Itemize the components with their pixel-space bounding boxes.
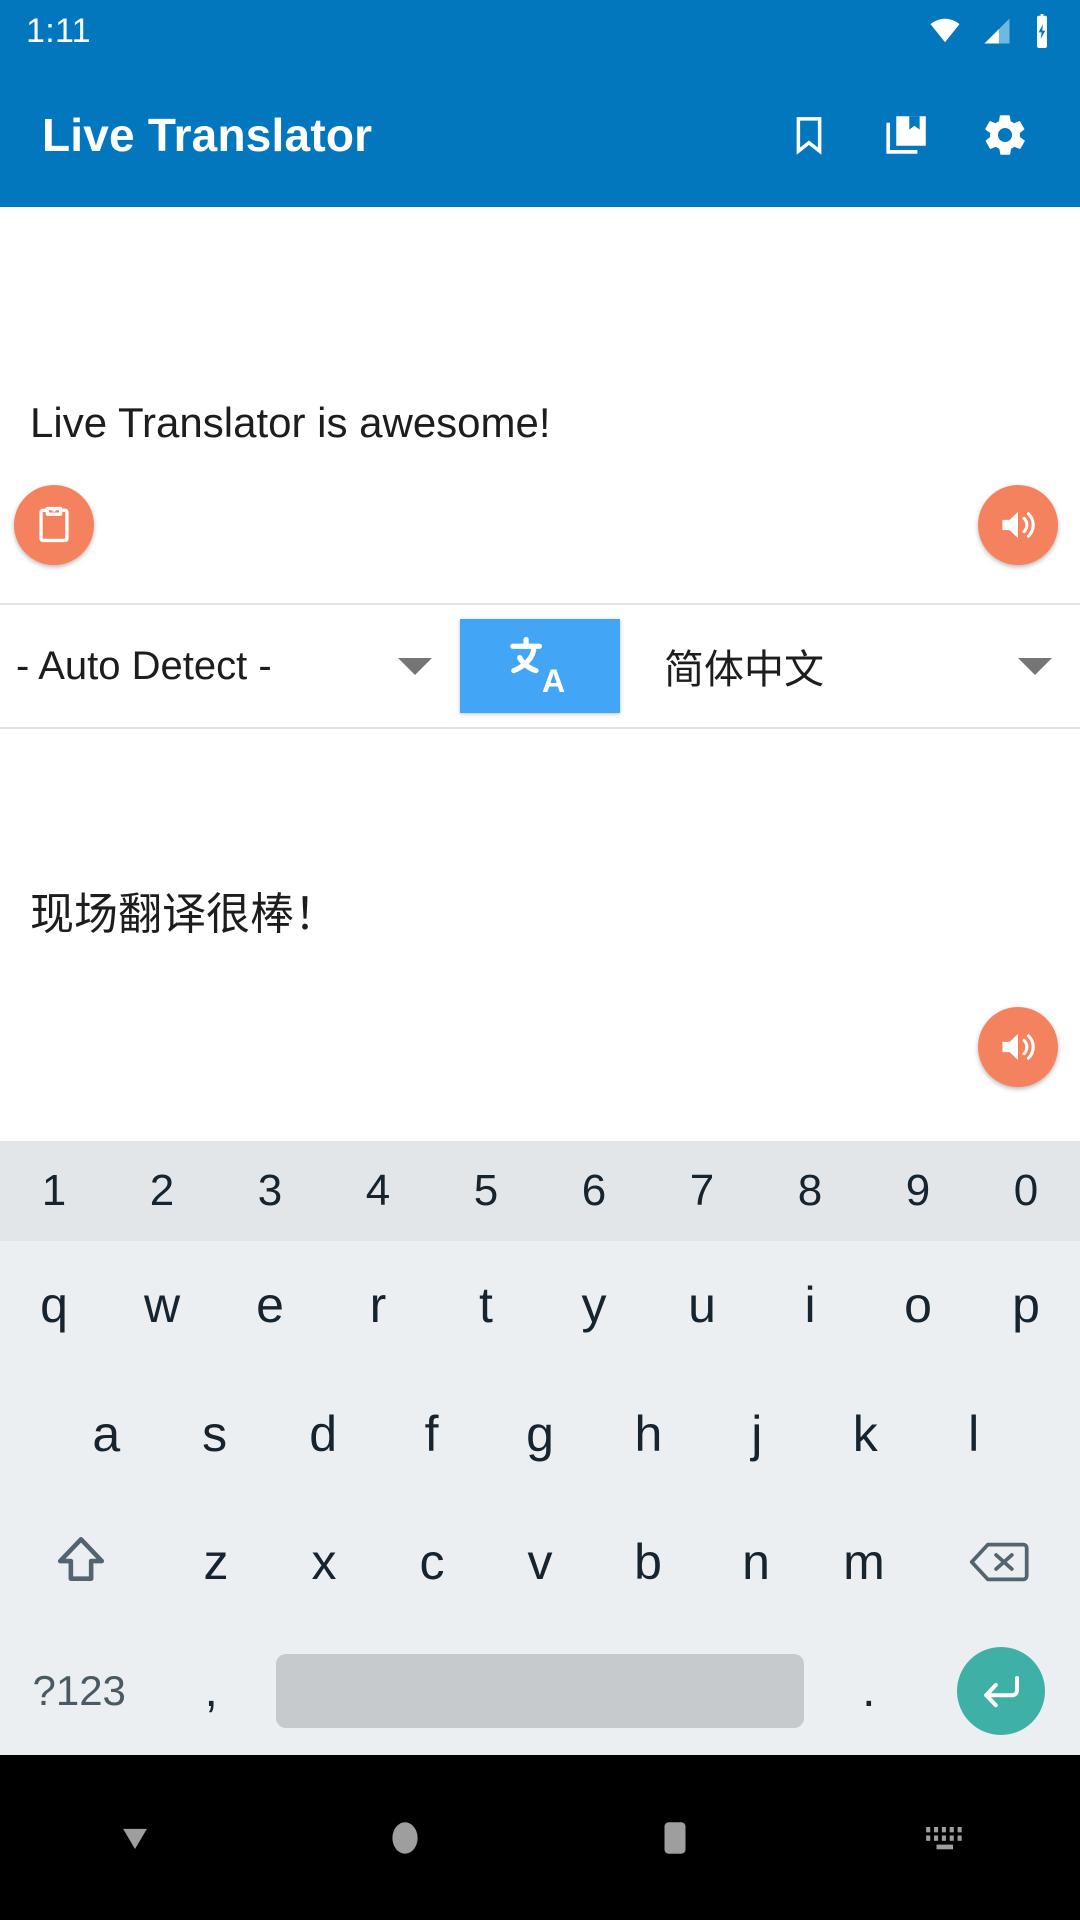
gear-icon — [981, 111, 1029, 159]
app-bar-actions — [760, 86, 1054, 184]
key-h[interactable]: h — [594, 1370, 702, 1499]
key-u[interactable]: u — [648, 1241, 756, 1370]
settings-button[interactable] — [956, 86, 1054, 184]
key-f[interactable]: f — [377, 1370, 485, 1499]
recents-icon — [656, 1817, 694, 1859]
svg-text:A: A — [542, 663, 565, 699]
speaker-icon — [996, 503, 1040, 547]
key-l[interactable]: l — [920, 1370, 1028, 1499]
cellular-signal-icon — [980, 16, 1014, 46]
keyboard-switcher-button[interactable] — [810, 1821, 1080, 1855]
chevron-down-icon — [398, 657, 432, 675]
enter-icon — [977, 1667, 1025, 1715]
source-language-dropdown[interactable]: - Auto Detect - — [0, 605, 460, 727]
back-dismiss-keyboard-icon — [113, 1816, 157, 1860]
source-language-label: - Auto Detect - — [16, 643, 272, 688]
key-9[interactable]: 9 — [864, 1141, 972, 1241]
target-language-dropdown[interactable]: 简体中文 — [620, 605, 1080, 727]
target-text: 现场翻译很棒！ — [30, 890, 338, 939]
key-2[interactable]: 2 — [108, 1141, 216, 1241]
key-e[interactable]: e — [216, 1241, 324, 1370]
key-r[interactable]: r — [324, 1241, 432, 1370]
key-g[interactable]: g — [486, 1370, 594, 1499]
back-button[interactable] — [0, 1816, 270, 1860]
space-key[interactable] — [276, 1653, 804, 1728]
app-bar: Live Translator — [0, 62, 1080, 207]
paste-icon — [33, 504, 75, 546]
bookmark-button[interactable] — [760, 86, 858, 184]
key-n[interactable]: n — [702, 1498, 810, 1627]
key-w[interactable]: w — [108, 1241, 216, 1370]
source-text-panel[interactable]: Live Translator is awesome! — [0, 207, 1080, 603]
keyboard-row-asdf: a s d f g h j k l — [0, 1370, 1080, 1499]
key-0[interactable]: 0 — [972, 1141, 1080, 1241]
key-s[interactable]: s — [160, 1370, 268, 1499]
wifi-icon — [926, 16, 964, 46]
battery-charging-icon — [1030, 14, 1054, 48]
key-d[interactable]: d — [269, 1370, 377, 1499]
backspace-icon — [968, 1537, 1030, 1587]
speak-source-button[interactable] — [978, 485, 1058, 565]
key-x[interactable]: x — [270, 1498, 378, 1627]
shift-icon — [52, 1533, 110, 1591]
status-bar-clock: 1:11 — [26, 11, 91, 50]
saved-translations-button[interactable] — [858, 86, 956, 184]
collections-bookmark-icon — [884, 112, 930, 158]
comma-key[interactable]: , — [158, 1627, 264, 1756]
status-bar-icons — [926, 14, 1054, 48]
target-text-panel[interactable]: 现场翻译很棒！ — [0, 729, 1080, 1141]
key-7[interactable]: 7 — [648, 1141, 756, 1241]
speak-target-button[interactable] — [978, 1007, 1058, 1087]
period-key[interactable]: . — [816, 1627, 922, 1756]
key-q[interactable]: q — [0, 1241, 108, 1370]
key-8[interactable]: 8 — [756, 1141, 864, 1241]
key-p[interactable]: p — [972, 1241, 1080, 1370]
language-bar: - Auto Detect - A 简体中文 — [0, 603, 1080, 729]
enter-key[interactable] — [922, 1627, 1080, 1756]
translate-button[interactable]: A — [460, 619, 620, 713]
key-t[interactable]: t — [432, 1241, 540, 1370]
key-b[interactable]: b — [594, 1498, 702, 1627]
keyboard-row-qwerty: q w e r t y u i o p — [0, 1241, 1080, 1370]
bookmark-icon — [787, 113, 831, 157]
key-a[interactable]: a — [52, 1370, 160, 1499]
key-m[interactable]: m — [810, 1498, 918, 1627]
key-j[interactable]: j — [703, 1370, 811, 1499]
keyboard-number-row: 1 2 3 4 5 6 7 8 9 0 — [0, 1141, 1080, 1241]
status-bar: 1:11 — [0, 0, 1080, 62]
backspace-key[interactable] — [918, 1498, 1080, 1627]
key-1[interactable]: 1 — [0, 1141, 108, 1241]
key-5[interactable]: 5 — [432, 1141, 540, 1241]
chevron-down-icon — [1018, 657, 1052, 675]
on-screen-keyboard: 1 2 3 4 5 6 7 8 9 0 q w e r t y u i o p … — [0, 1141, 1080, 1755]
key-c[interactable]: c — [378, 1498, 486, 1627]
recents-button[interactable] — [540, 1817, 810, 1859]
home-button[interactable] — [270, 1817, 540, 1859]
keyboard-switcher-icon — [923, 1821, 967, 1855]
home-icon — [384, 1817, 426, 1859]
keyboard-row-zxcv: z x c v b n m — [0, 1498, 1080, 1627]
source-text[interactable]: Live Translator is awesome! — [30, 397, 960, 450]
enter-key-circle[interactable] — [956, 1646, 1045, 1735]
key-4[interactable]: 4 — [324, 1141, 432, 1241]
page-title: Live Translator — [42, 108, 373, 161]
target-language-label: 简体中文 — [664, 648, 824, 692]
key-3[interactable]: 3 — [216, 1141, 324, 1241]
key-o[interactable]: o — [864, 1241, 972, 1370]
keyboard-bottom-row: ?123 , . — [0, 1627, 1080, 1756]
system-navigation-bar — [0, 1755, 1080, 1920]
key-y[interactable]: y — [540, 1241, 648, 1370]
translate-icon: A — [503, 629, 577, 703]
shift-key[interactable] — [0, 1498, 162, 1627]
key-i[interactable]: i — [756, 1241, 864, 1370]
paste-button[interactable] — [14, 485, 94, 565]
phone-screen: 1:11 Live Translator Live Translator is … — [0, 0, 1080, 1920]
key-v[interactable]: v — [486, 1498, 594, 1627]
speaker-icon — [996, 1025, 1040, 1069]
key-k[interactable]: k — [811, 1370, 919, 1499]
key-6[interactable]: 6 — [540, 1141, 648, 1241]
key-z[interactable]: z — [162, 1498, 270, 1627]
symbols-key[interactable]: ?123 — [0, 1627, 158, 1756]
